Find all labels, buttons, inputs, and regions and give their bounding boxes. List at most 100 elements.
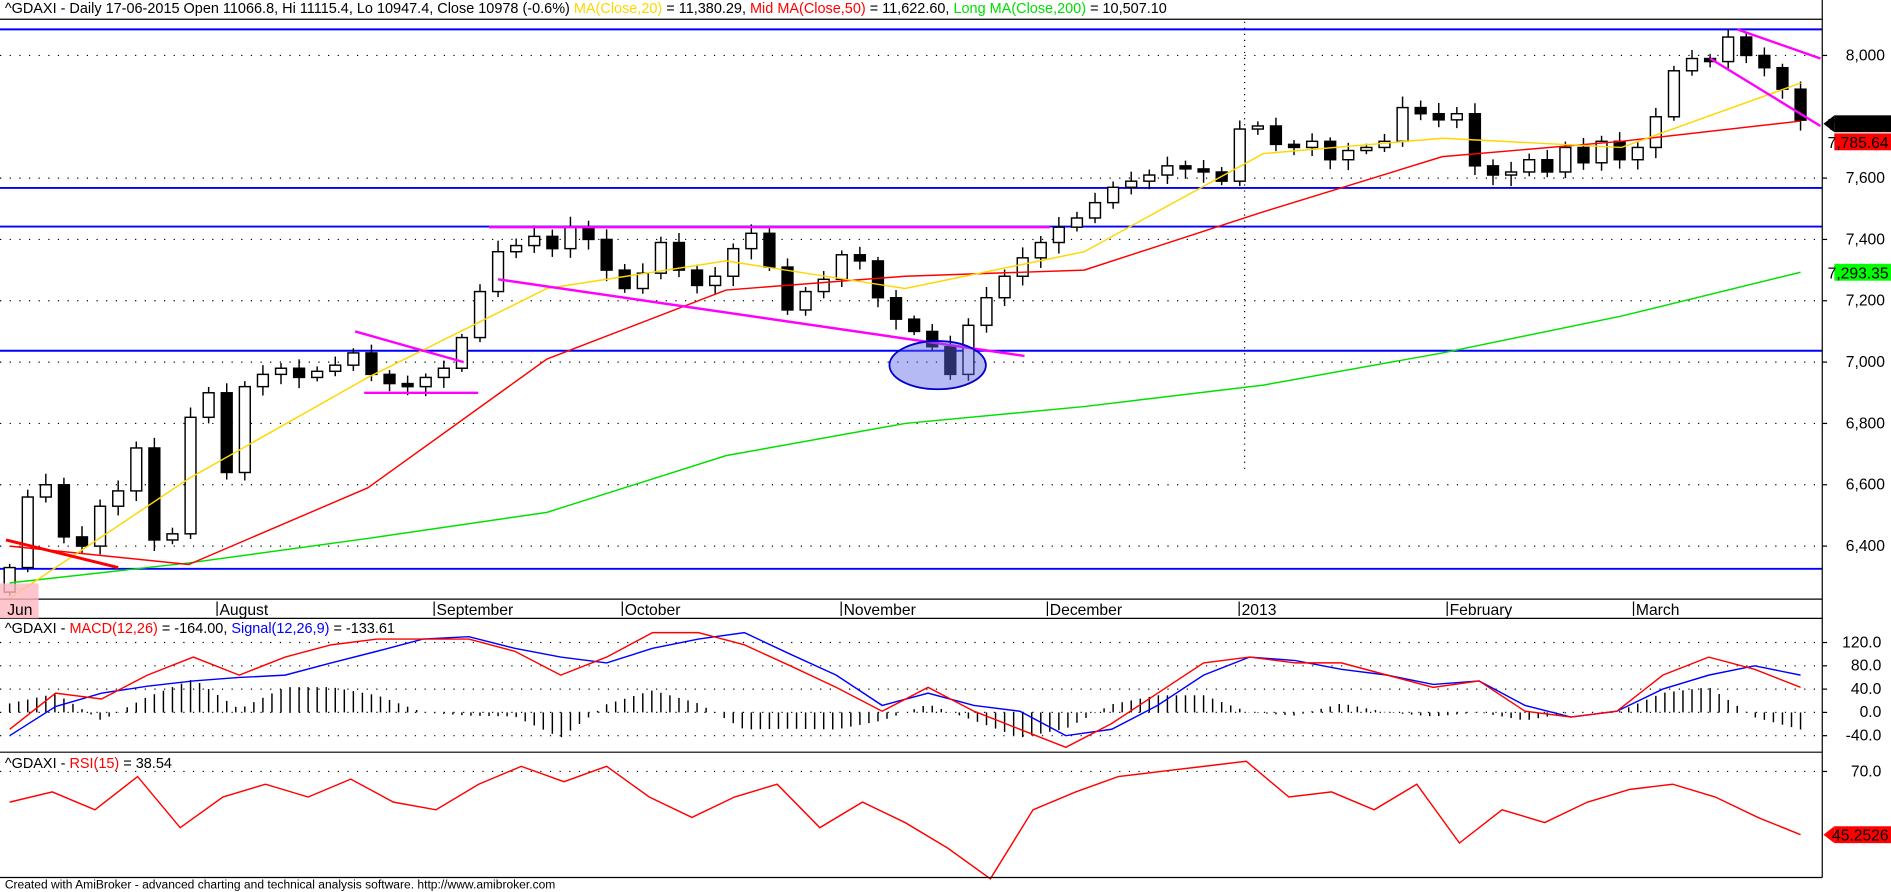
candle-body — [57, 484, 71, 538]
candle-body — [1251, 125, 1265, 130]
last-ma200-label-text: 7,293.35 — [1828, 265, 1889, 282]
date-label: February — [1450, 602, 1513, 619]
candle — [148, 437, 161, 552]
candle-body — [1125, 180, 1138, 189]
date-label: November — [844, 602, 916, 619]
highlight-ellipse — [888, 340, 987, 391]
candle — [220, 383, 233, 480]
candle-body — [528, 235, 541, 247]
macd-tick-label: 0.0 — [1860, 704, 1882, 721]
candle-body — [1324, 140, 1337, 161]
candle-body — [130, 447, 143, 492]
rsi-tick-label: 70.0 — [1851, 763, 1882, 780]
date-label: October — [625, 602, 681, 619]
candle-body — [274, 367, 288, 376]
rsi-value: = 38.54 — [119, 756, 172, 772]
candle-body — [582, 226, 595, 241]
candle-body — [980, 296, 993, 327]
candle — [763, 228, 776, 272]
amibroker-chart: ^GDAXI - Daily 17-06-2015 Open 11066.8, … — [0, 0, 1891, 892]
date-label: September — [437, 602, 514, 619]
price-tick-label: 6,800 — [1846, 415, 1885, 432]
candle-body — [1613, 140, 1626, 161]
signal-value: = -133.61 — [329, 621, 395, 637]
candle — [1233, 120, 1246, 187]
candle — [21, 489, 34, 573]
candle — [184, 407, 197, 540]
candle-body — [998, 275, 1011, 299]
last-ma200-label: 7,293.35 — [1828, 263, 1891, 282]
candle-body — [401, 382, 414, 388]
ma20-value: = 11,380.29, — [662, 1, 750, 17]
candle-body — [256, 373, 270, 388]
last-rsi-label: 45.2526 — [1823, 826, 1891, 845]
candle-body — [1740, 36, 1753, 57]
candle-body — [347, 352, 360, 366]
candle-body — [1396, 106, 1409, 143]
price-header: ^GDAXI - Daily 17-06-2015 Open 11066.8, … — [5, 1, 1167, 17]
macd-tick-label: 80.0 — [1851, 658, 1882, 675]
candle-body — [781, 266, 794, 311]
price-tick-label: 6,400 — [1846, 538, 1885, 555]
candle — [93, 499, 107, 555]
candle-body — [636, 272, 649, 290]
candle-body — [1034, 241, 1047, 259]
candle-body — [383, 373, 396, 385]
candle-body — [166, 533, 179, 541]
background — [0, 0, 1891, 892]
candle-body — [311, 370, 324, 379]
candle-body — [455, 336, 469, 369]
candle-body — [39, 484, 52, 498]
candle-body — [546, 235, 559, 250]
candle-body — [510, 244, 523, 253]
rsi-header: ^GDAXI - RSI(15) = 38.54 — [5, 756, 172, 772]
candle — [781, 258, 794, 315]
date-label: 2013 — [1242, 602, 1277, 619]
candle-body — [1305, 140, 1319, 149]
candle-body — [690, 269, 704, 287]
candle-body — [148, 447, 161, 541]
candle-body — [1649, 116, 1662, 149]
candle-body — [1143, 174, 1156, 182]
candle-body — [1758, 54, 1771, 69]
candle-body — [1685, 57, 1699, 72]
candle-body — [799, 290, 812, 311]
symbol-info: ^GDAXI - Daily 17-06-2015 Open 11066.8, … — [5, 1, 574, 17]
price-tick-label: 7,200 — [1846, 293, 1885, 310]
candle-body — [112, 490, 125, 507]
candle-body — [1486, 165, 1500, 176]
ma50-value: = 11,622.60, — [866, 1, 954, 17]
ma200-value: = 10,507.10 — [1086, 1, 1167, 17]
candle — [455, 333, 469, 372]
candle-body — [1577, 146, 1590, 164]
footer-credit: Created with AmiBroker - advanced charti… — [5, 877, 556, 891]
candle-body — [889, 296, 903, 320]
candle-body — [202, 392, 215, 419]
date-label: Jun — [7, 602, 32, 619]
candle-body — [835, 254, 848, 281]
candle-body — [1523, 158, 1536, 173]
candle-body — [1450, 112, 1463, 121]
price-tick-label: 7,000 — [1846, 354, 1885, 371]
price-tick-label: 8,000 — [1846, 47, 1885, 64]
candle-body — [1233, 128, 1246, 182]
last-close-label-text: 7,789.09 — [1828, 117, 1889, 134]
candle-body — [564, 226, 577, 250]
candle-body — [1432, 112, 1445, 121]
last-rsi-label-text: 45.2526 — [1832, 828, 1889, 845]
ma50-label: Mid MA(Close,50) — [750, 1, 866, 17]
candle-body — [1106, 186, 1120, 204]
candle — [202, 386, 215, 424]
ma200-label: Long MA(Close,200) — [953, 1, 1086, 17]
date-label: March — [1636, 602, 1680, 619]
candle-body — [365, 352, 378, 376]
last-ma50-label-text: 7,785.64 — [1828, 135, 1889, 152]
candle-body — [238, 385, 251, 474]
candle-body — [1342, 149, 1355, 161]
candle-body — [1722, 36, 1735, 63]
candle-body — [21, 496, 34, 569]
candle-body — [75, 536, 89, 547]
candle-body — [709, 275, 722, 287]
date-label: August — [219, 602, 268, 619]
candle-body — [491, 250, 505, 293]
